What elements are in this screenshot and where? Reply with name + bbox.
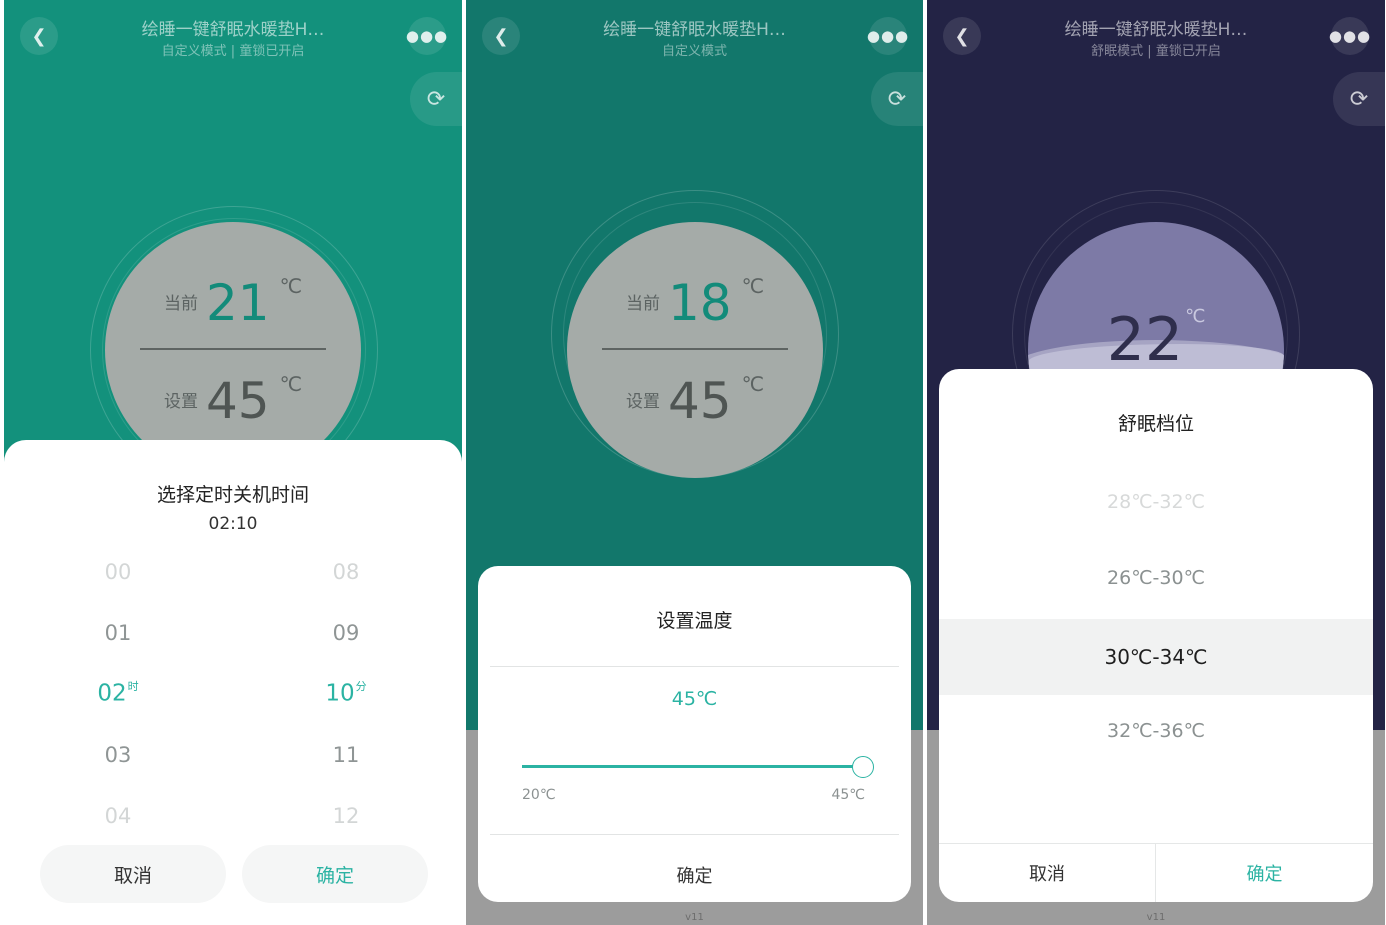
sleep-temp-value: 22 — [1106, 305, 1184, 375]
slider-min-label: 20℃ — [522, 787, 556, 803]
set-temp-unit: ℃ — [741, 372, 765, 396]
hour-option[interactable]: 00 — [73, 560, 163, 584]
level-option[interactable]: 32℃-36℃ — [939, 720, 1373, 742]
nav-title: 绘睡一键舒眠水暖垫H… — [141, 20, 325, 40]
temperature-slider-thumb[interactable] — [852, 756, 874, 778]
nav-title: 绘睡一键舒眠水暖垫H… — [603, 20, 786, 40]
set-temp-row: 设置 45 ℃ — [105, 372, 361, 430]
nav-subtitle: 自定义模式 — [661, 44, 727, 59]
hour-picker[interactable]: 00 01 02时 03 04 — [73, 440, 163, 840]
nav-bar: ❮ 绘睡一键舒眠水暖垫H… 自定义模式 | 童锁已开启 ●●● — [4, 0, 462, 80]
more-dots-icon: ●●● — [1328, 27, 1372, 45]
temperature-sheet-title: 设置温度 — [656, 610, 733, 632]
minute-unit: 分 — [355, 680, 367, 693]
screen-sleep-level: ❮ 绘睡一键舒眠水暖垫H… 舒眠模式 | 童锁已开启 ●●● ⟳ 22 ℃ 舒眠… — [927, 0, 1385, 925]
version-label: v11 — [1146, 912, 1166, 923]
hour-unit: 时 — [127, 680, 139, 693]
minute-option-selected[interactable]: 10分 — [301, 680, 391, 707]
nav-bar: ❮ 绘睡一键舒眠水暖垫H… 舒眠模式 | 童锁已开启 ●●● — [927, 0, 1385, 80]
refresh-button[interactable]: ⟳ — [1333, 72, 1385, 126]
set-label: 设置 — [163, 392, 198, 412]
temperature-slider-track[interactable] — [522, 765, 863, 768]
temperature-value: 45℃ — [671, 688, 718, 710]
minute-option[interactable]: 08 — [301, 560, 391, 584]
cancel-button[interactable]: 取消 — [939, 843, 1155, 902]
current-temp-row: 当前 18 ℃ — [567, 274, 823, 332]
confirm-button[interactable]: 确定 — [478, 862, 911, 888]
more-button[interactable]: ●●● — [866, 17, 910, 55]
level-sheet-title: 舒眠档位 — [1117, 413, 1194, 435]
slider-max-label: 45℃ — [831, 787, 865, 803]
refresh-button[interactable]: ⟳ — [410, 72, 462, 126]
set-label: 设置 — [625, 392, 660, 412]
nav-subtitle: 自定义模式 | 童锁已开启 — [161, 44, 305, 59]
sleep-level-sheet: 舒眠档位 28℃-32℃ 26℃-30℃ 30℃-34℃ 32℃-36℃ 取消 … — [939, 369, 1373, 902]
more-dots-icon: ●●● — [866, 27, 910, 45]
more-dots-icon: ●●● — [405, 27, 449, 45]
screen-set-temperature: ❮ 绘睡一键舒眠水暖垫H… 自定义模式 ●●● ⟳ 当前 18 ℃ 设置 45 … — [466, 0, 923, 925]
minute-picker[interactable]: 08 09 10分 11 12 — [301, 440, 391, 840]
screen-timer: ❮ 绘睡一键舒眠水暖垫H… 自定义模式 | 童锁已开启 ●●● ⟳ 当前 21 … — [4, 0, 462, 925]
dial-divider — [602, 348, 788, 350]
level-option[interactable]: 28℃-32℃ — [939, 491, 1373, 513]
nav-bar: ❮ 绘睡一键舒眠水暖垫H… 自定义模式 ●●● — [466, 0, 923, 80]
hour-option-selected[interactable]: 02时 — [73, 680, 163, 707]
divider — [490, 666, 899, 667]
nav-title: 绘睡一键舒眠水暖垫H… — [1064, 20, 1248, 40]
refresh-button[interactable]: ⟳ — [871, 72, 923, 126]
minute-option[interactable]: 09 — [301, 621, 391, 645]
hour-option[interactable]: 04 — [73, 804, 163, 828]
set-temp-unit: ℃ — [279, 372, 303, 396]
selected-minute: 10 — [325, 680, 355, 707]
nav-subtitle: 舒眠模式 | 童锁已开启 — [1091, 44, 1221, 59]
more-button[interactable]: ●●● — [405, 17, 449, 55]
current-temp-unit: ℃ — [279, 274, 303, 298]
divider — [490, 834, 899, 835]
hour-option[interactable]: 03 — [73, 743, 163, 767]
hour-option[interactable]: 01 — [73, 621, 163, 645]
selected-hour: 02 — [97, 680, 127, 707]
minute-option[interactable]: 11 — [301, 743, 391, 767]
minute-option[interactable]: 12 — [301, 804, 391, 828]
back-button[interactable]: ❮ — [943, 17, 981, 55]
set-temperature-sheet: 设置温度 45℃ 20℃ 45℃ 确定 — [478, 566, 911, 902]
temperature-dial: 当前 18 ℃ 设置 45 ℃ — [567, 222, 823, 478]
refresh-icon: ⟳ — [887, 86, 907, 112]
set-temp-row: 设置 45 ℃ — [567, 372, 823, 430]
version-label: v11 — [685, 912, 704, 923]
current-temp-value: 21 — [205, 274, 270, 332]
current-temp-value: 18 — [667, 274, 732, 332]
chevron-left-icon: ❮ — [493, 25, 509, 47]
refresh-icon: ⟳ — [1349, 86, 1369, 112]
current-temp-unit: ℃ — [741, 274, 765, 298]
current-temp-row: 当前 21 ℃ — [105, 274, 361, 332]
more-button[interactable]: ●●● — [1328, 17, 1372, 55]
confirm-button[interactable]: 确定 — [242, 845, 428, 903]
dial-divider — [140, 348, 326, 350]
sleep-temp-unit: ℃ — [1185, 306, 1206, 327]
chevron-left-icon: ❮ — [954, 25, 970, 47]
chevron-left-icon: ❮ — [31, 25, 47, 47]
set-temp-value: 45 — [205, 372, 270, 430]
confirm-button[interactable]: 确定 — [1156, 843, 1373, 902]
current-label: 当前 — [163, 294, 198, 314]
back-button[interactable]: ❮ — [20, 17, 58, 55]
refresh-icon: ⟳ — [426, 86, 446, 112]
set-temp-value: 45 — [667, 372, 732, 430]
cancel-button[interactable]: 取消 — [40, 845, 226, 903]
back-button[interactable]: ❮ — [482, 17, 520, 55]
level-option[interactable]: 26℃-30℃ — [939, 567, 1373, 589]
level-option-selected[interactable]: 30℃-34℃ — [939, 619, 1373, 695]
sleep-temp-row: 22 ℃ — [1028, 305, 1284, 375]
current-label: 当前 — [625, 294, 660, 314]
